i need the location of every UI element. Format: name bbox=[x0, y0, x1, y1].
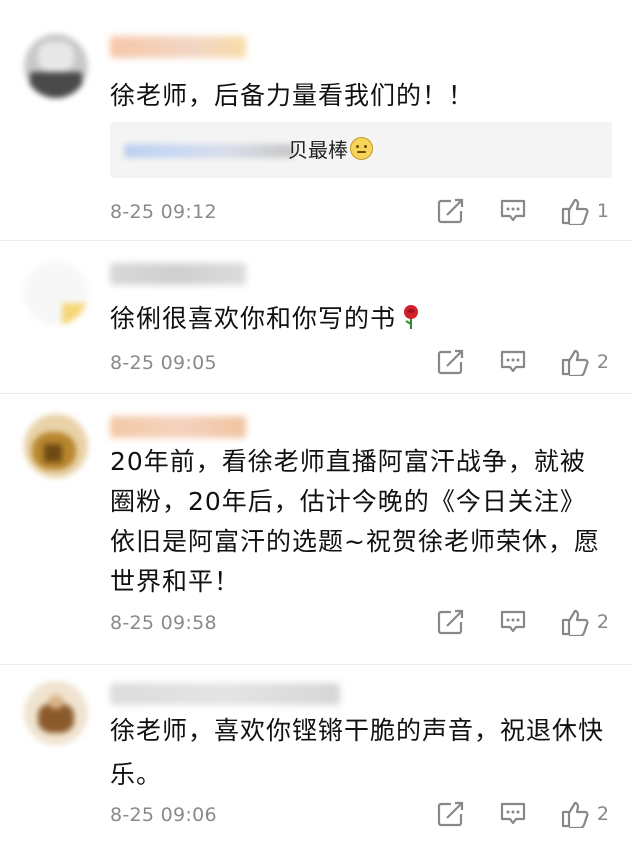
comment-icon bbox=[500, 350, 526, 373]
like-count: 2 bbox=[596, 611, 609, 633]
username[interactable] bbox=[110, 683, 340, 705]
comment-actions: 1 bbox=[403, 197, 609, 225]
like-button[interactable]: 2 bbox=[561, 800, 609, 828]
share-icon bbox=[437, 349, 464, 375]
like-count: 2 bbox=[596, 803, 609, 825]
like-icon bbox=[561, 349, 589, 376]
comment-actions: 2 bbox=[403, 608, 609, 636]
comment-time: 8-25 09:58 bbox=[110, 612, 217, 634]
share-icon bbox=[437, 198, 464, 224]
comment-icon bbox=[500, 199, 526, 222]
reply-box[interactable]: 贝最棒 bbox=[110, 122, 612, 178]
like-count: 1 bbox=[596, 200, 609, 222]
reply-username bbox=[124, 144, 294, 158]
comment-time: 8-25 09:12 bbox=[110, 201, 217, 223]
comment-icon bbox=[500, 802, 526, 825]
comment-text: 徐老师，喜欢你铿锵干脆的声音，祝退休快 乐。 bbox=[110, 716, 605, 789]
share-button[interactable] bbox=[437, 349, 465, 375]
reply-text: 贝最棒 bbox=[288, 132, 373, 168]
reply-button[interactable] bbox=[499, 801, 527, 827]
like-icon bbox=[561, 801, 589, 828]
username[interactable] bbox=[110, 263, 246, 285]
comment-time: 8-25 09:06 bbox=[110, 804, 217, 826]
comment-text: 20年前，看徐老师直播阿富汗战争，就被 圈粉，20年后，估计今晚的《今日关注》 … bbox=[110, 447, 600, 596]
avatar[interactable] bbox=[24, 414, 88, 478]
avatar[interactable] bbox=[24, 34, 88, 98]
like-button[interactable]: 2 bbox=[561, 348, 609, 376]
avatar[interactable] bbox=[24, 681, 88, 745]
comment-actions: 2 bbox=[403, 348, 609, 376]
avatar[interactable] bbox=[24, 261, 88, 325]
comment-time: 8-25 09:05 bbox=[110, 352, 217, 374]
share-button[interactable] bbox=[437, 801, 465, 827]
like-icon bbox=[561, 609, 589, 636]
username[interactable] bbox=[110, 416, 246, 438]
comment-icon bbox=[500, 610, 526, 633]
comment-actions: 2 bbox=[403, 800, 609, 828]
like-icon bbox=[561, 198, 589, 225]
comment-text: 徐俐很喜欢你和你写的书 bbox=[110, 299, 610, 342]
smile-emoji-icon bbox=[350, 137, 373, 160]
like-count: 2 bbox=[596, 351, 609, 373]
reply-button[interactable] bbox=[499, 198, 527, 224]
rose-emoji-icon bbox=[400, 302, 422, 342]
username[interactable] bbox=[110, 36, 246, 58]
share-icon bbox=[437, 609, 464, 635]
like-button[interactable]: 2 bbox=[561, 608, 609, 636]
comment-item: 徐俐很喜欢你和你写的书 8-25 09:05 2 bbox=[0, 241, 633, 394]
reply-button[interactable] bbox=[499, 609, 527, 635]
reply-button[interactable] bbox=[499, 349, 527, 375]
comment-text: 徐老师，后备力量看我们的！！ bbox=[110, 81, 475, 110]
comment-item: 20年前，看徐老师直播阿富汗战争，就被 圈粉，20年后，估计今晚的《今日关注》 … bbox=[0, 394, 633, 665]
comment-item: 徐老师，喜欢你铿锵干脆的声音，祝退休快 乐。 8-25 09:06 2 bbox=[0, 665, 633, 852]
share-button[interactable] bbox=[437, 198, 465, 224]
comment-item: 徐老师，后备力量看我们的！！ 贝最棒 8-25 09:12 1 bbox=[0, 0, 633, 241]
share-button[interactable] bbox=[437, 609, 465, 635]
like-button[interactable]: 1 bbox=[561, 197, 609, 225]
share-icon bbox=[437, 801, 464, 827]
